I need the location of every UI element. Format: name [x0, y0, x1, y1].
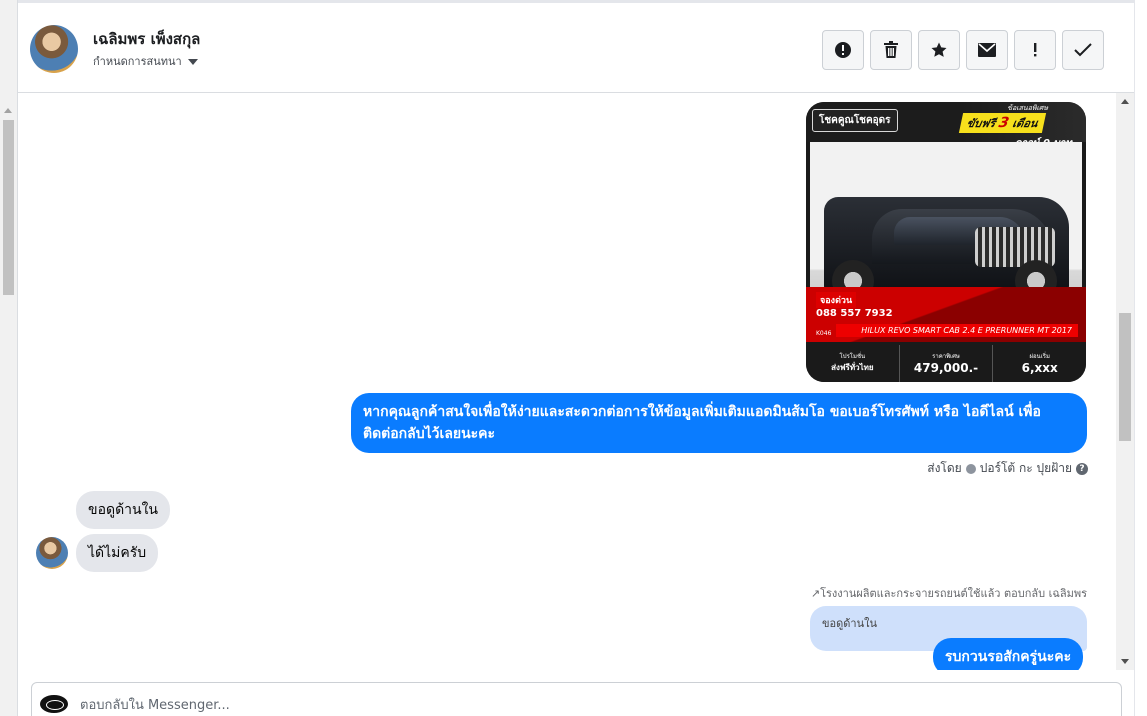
promo-cell-big: 6,xxx — [1021, 361, 1058, 375]
envelope-icon — [978, 43, 996, 57]
reply-input[interactable] — [80, 695, 1080, 715]
left-scrollbar[interactable] — [0, 0, 18, 716]
conversation-header: เฉลิมพร เพ็งสกุล กำหนดการสนทนา — [18, 0, 1134, 93]
car-promo-image[interactable]: โชคคูณโชคอุดร ข้อเสนอพิเศษ ขับฟรี 3 เดือ… — [806, 102, 1086, 382]
help-icon[interactable]: ? — [1076, 462, 1088, 475]
promo-cell: ราคาพิเศษ 479,000.- — [900, 345, 994, 382]
promo-cell-small: ราคาพิเศษ — [932, 353, 960, 360]
page-logo-icon — [40, 695, 68, 713]
scroll-up-arrow-icon[interactable] — [4, 108, 12, 113]
star-button[interactable] — [918, 30, 960, 70]
scrollbar-thumb[interactable] — [1119, 313, 1131, 441]
promo-cell: ผ่อนเริ่ม 6,xxx — [993, 345, 1086, 382]
page-gutter — [1134, 0, 1147, 716]
promo-offer-pre: ขับฟรี — [965, 117, 1001, 130]
promo-cell: โปรโมชั่นส่งฟรีทั่วไทย — [806, 345, 900, 382]
spam-button[interactable] — [822, 30, 864, 70]
caret-down-icon — [187, 58, 198, 65]
received-message-bubble[interactable]: ได้ไม่ครับ — [76, 534, 159, 572]
avatar[interactable] — [36, 537, 68, 569]
trash-icon — [884, 41, 898, 58]
header-actions — [822, 30, 1104, 70]
scrollbar-thumb[interactable] — [3, 120, 14, 295]
thread-scrollbar[interactable] — [1116, 93, 1134, 670]
assign-conversation-dropdown[interactable]: กำหนดการสนทนา — [93, 52, 198, 70]
alert-circle-icon — [835, 42, 851, 58]
exclamation-icon — [1034, 43, 1037, 57]
page-admin-icon — [965, 463, 976, 474]
promo-cell-big: 479,000.- — [913, 361, 979, 375]
promo-cell-small: โปรโมชั่น — [839, 353, 866, 360]
scroll-down-arrow-icon[interactable] — [1121, 659, 1129, 664]
reply-context: ↗โรงงานผลิตและกระจายรถยนต์ใช้แล้ว ตอบกลั… — [810, 587, 1087, 600]
sent-by-prefix: ส่งโดย — [927, 461, 962, 475]
promo-model: HILUX REVO SMART CAB 2.4 E PRERUNNER MT … — [836, 324, 1078, 337]
mark-unread-button[interactable] — [966, 30, 1008, 70]
promo-cell-small: ผ่อนเริ่ม — [1029, 353, 1050, 360]
promo-badge: โชคคูณโชคอุดร — [812, 109, 898, 132]
follow-up-button[interactable] — [1014, 30, 1056, 70]
delete-button[interactable] — [870, 30, 912, 70]
promo-code: K046 — [816, 330, 832, 337]
mark-done-button[interactable] — [1062, 30, 1104, 70]
sent-message-bubble[interactable]: หากคุณลูกค้าสนใจเพื่อให้ง่ายและสะดวกต่อก… — [351, 393, 1087, 453]
inbox-page: เฉลิมพร เพ็งสกุล กำหนดการสนทนา โชคคูณโชค… — [0, 0, 1147, 716]
promo-phone: 088 557 7932 — [816, 308, 893, 319]
contact-name[interactable]: เฉลิมพร เพ็งสกุล — [93, 27, 200, 51]
promo-cell-big: ส่งฟรีทั่วไทย — [831, 363, 874, 372]
message-thread[interactable]: โชคคูณโชคอุดร ข้อเสนอพิเศษ ขับฟรี 3 เดือ… — [18, 93, 1116, 670]
promo-phone-label: จองด่วน — [816, 292, 857, 308]
promo-offer-post: เดือน — [1007, 117, 1040, 130]
assign-label: กำหนดการสนทนา — [93, 55, 182, 68]
received-message-bubble[interactable]: ขอดูด้านใน — [76, 491, 170, 529]
star-icon — [931, 42, 947, 57]
check-icon — [1074, 43, 1092, 57]
scroll-up-arrow-icon[interactable] — [1121, 99, 1129, 104]
sent-by-name: ปอร์โต้ กะ ปุยฝ้าย — [979, 461, 1072, 475]
promo-offer: ขับฟรี 3 เดือน — [959, 113, 1047, 133]
avatar[interactable] — [30, 25, 78, 73]
reply-composer[interactable] — [31, 682, 1122, 716]
sent-by-line: ส่งโดย ปอร์โต้ กะ ปุยฝ้าย ? — [927, 459, 1088, 478]
promo-bottom-bar: โปรโมชั่นส่งฟรีทั่วไทย ราคาพิเศษ 479,000.… — [806, 345, 1086, 382]
reply-message-bubble[interactable]: รบกวนรอสักครู่นะคะ — [933, 638, 1084, 670]
